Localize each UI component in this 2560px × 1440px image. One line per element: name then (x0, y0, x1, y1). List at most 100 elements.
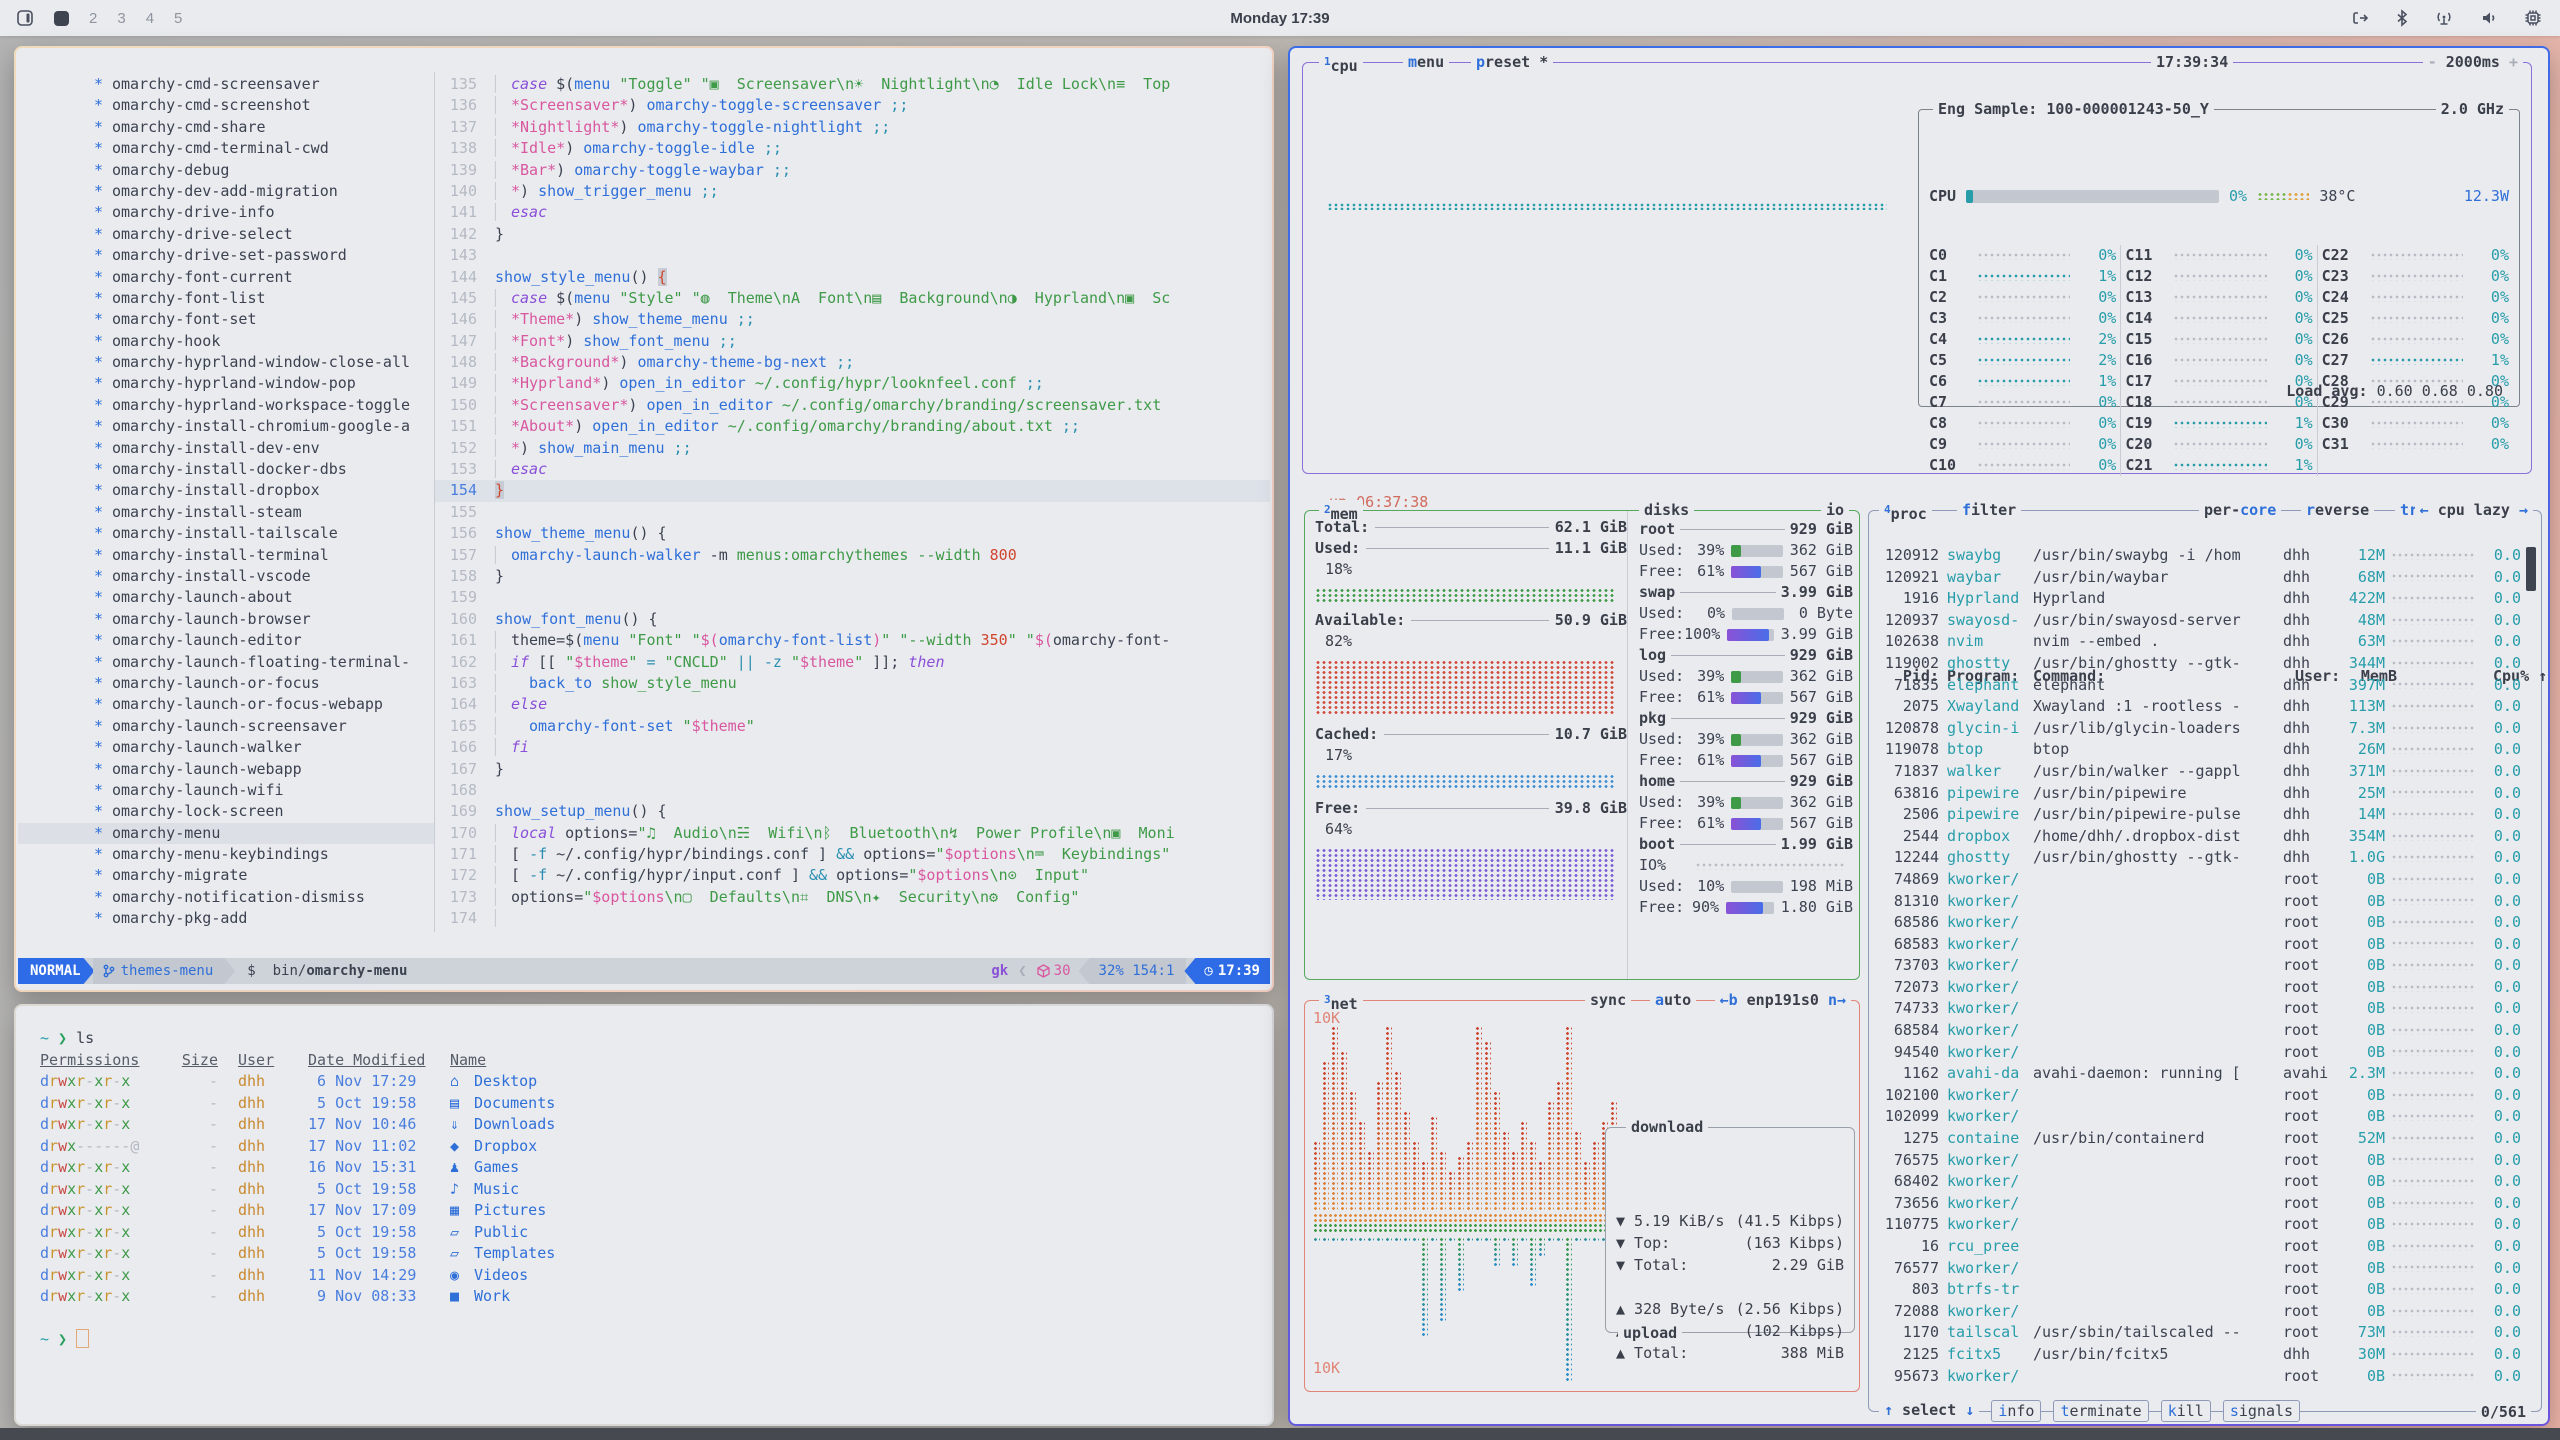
process-row[interactable]: 119078btopbtopdhh26M0.0 (1877, 739, 2521, 761)
code-line[interactable]: 157▏omarchy-launch-walker -m menus:omarc… (435, 545, 1270, 566)
file-list-item[interactable]: *omarchy-launch-browser (18, 609, 434, 630)
process-row[interactable]: 120921waybar/usr/bin/waybardhh68M0.0 (1877, 567, 2521, 589)
reverse-button[interactable]: reverse (2301, 500, 2374, 520)
file-list-item[interactable]: *omarchy-font-set (18, 309, 434, 330)
update-interval[interactable]: - 2000ms + (2423, 52, 2523, 72)
code-line[interactable]: 141▏esac (435, 202, 1270, 223)
process-row[interactable]: 1275containe/usr/bin/containerdroot52M0.… (1877, 1128, 2521, 1150)
file-list-item[interactable]: *omarchy-launch-or-focus-webapp (18, 694, 434, 715)
code-line[interactable]: 166▏fi (435, 737, 1270, 758)
code-line[interactable]: 152▏*) show_main_menu ;; (435, 438, 1270, 459)
process-row[interactable]: 2544dropbox/home/dhh/.dropbox-distdhh354… (1877, 826, 2521, 848)
file-list-item[interactable]: *omarchy-cmd-screenshot (18, 95, 434, 116)
network-icon[interactable] (2434, 9, 2454, 27)
process-row[interactable]: 102099kworker/root0B0.0 (1877, 1106, 2521, 1128)
process-row[interactable]: 119002ghostty/usr/bin/ghostty --gtk-dhh3… (1877, 653, 2521, 675)
process-row[interactable]: 73703kworker/root0B0.0 (1877, 955, 2521, 977)
disks-title[interactable]: disks (1639, 500, 1694, 520)
code-line[interactable]: 136▏*Screensaver*) omarchy-toggle-screen… (435, 95, 1270, 116)
file-list-item[interactable]: *omarchy-launch-webapp (18, 759, 434, 780)
process-list[interactable]: 120912swaybg/usr/bin/swaybg -i /homdhh12… (1877, 545, 2521, 1403)
git-branch[interactable]: themes-menu (93, 958, 236, 984)
code-line[interactable]: 150▏*Screensaver*) open_in_editor ~/.con… (435, 395, 1270, 416)
file-list-item[interactable]: *omarchy-cmd-share (18, 117, 434, 138)
proc-scrollbar[interactable] (2526, 547, 2536, 591)
file-list-item[interactable]: *omarchy-install-tailscale (18, 523, 434, 544)
file-list-item[interactable]: *omarchy-hyprland-window-close-all (18, 352, 434, 373)
file-list-item[interactable]: *omarchy-install-docker-dbs (18, 459, 434, 480)
file-list-item[interactable]: *omarchy-debug (18, 160, 434, 181)
proc-info-button[interactable]: info (1991, 1400, 2041, 1422)
volume-icon[interactable] (2480, 9, 2498, 27)
menu-button[interactable]: menu (1403, 52, 1449, 72)
code-line[interactable]: 135▏case $(menu "Toggle" "▣ Screensaver\… (435, 74, 1270, 95)
process-row[interactable]: 73656kworker/root0B0.0 (1877, 1193, 2521, 1215)
code-line[interactable]: 151▏*About*) open_in_editor ~/.config/om… (435, 416, 1270, 437)
file-list-item[interactable]: *omarchy-hyprland-window-pop (18, 373, 434, 394)
code-line[interactable]: 140▏*) show_trigger_menu ;; (435, 181, 1270, 202)
file-list-item[interactable]: *omarchy-launch-screensaver (18, 716, 434, 737)
screencast-icon[interactable] (2351, 9, 2370, 27)
file-list-item[interactable]: *omarchy-launch-wifi (18, 780, 434, 801)
file-list-item[interactable]: *omarchy-cmd-screensaver (18, 74, 434, 95)
code-line[interactable]: 144show_style_menu() { (435, 267, 1270, 288)
code-line[interactable]: 162▏if [[ "$theme" = "CNCLD" || -z "$the… (435, 652, 1270, 673)
file-list-item[interactable]: *omarchy-menu-keybindings (18, 844, 434, 865)
per-core-button[interactable]: per-core (2199, 500, 2281, 520)
file-list[interactable]: *omarchy-cmd-screensaver*omarchy-cmd-scr… (18, 74, 434, 930)
process-row[interactable]: 63816pipewire/usr/bin/pipewiredhh25M0.0 (1877, 783, 2521, 805)
file-list-item[interactable]: *omarchy-install-terminal (18, 545, 434, 566)
file-list-item[interactable]: *omarchy-notification-dismiss (18, 887, 434, 908)
shell-prompt[interactable]: ~ ❯ (40, 1329, 1262, 1351)
code-line[interactable]: 161▏theme=$(menu "Font" "$(omarchy-font-… (435, 630, 1270, 651)
editor-window[interactable]: *omarchy-cmd-screensaver*omarchy-cmd-scr… (14, 46, 1274, 992)
process-row[interactable]: 2075XwaylandXwayland :1 -rootless -dhh11… (1877, 696, 2521, 718)
pre</span>set-button[interactable]: preset * (1471, 52, 1553, 72)
file-list-item[interactable]: *omarchy-install-chromium-google-a (18, 416, 434, 437)
code-line[interactable]: 164▏else (435, 694, 1270, 715)
process-row[interactable]: 74869kworker/root0B0.0 (1877, 869, 2521, 891)
file-list-item[interactable]: *omarchy-launch-or-focus (18, 673, 434, 694)
process-row[interactable]: 120878glycin-i/usr/lib/glycin-loadersdhh… (1877, 718, 2521, 740)
code-line[interactable]: 156show_theme_menu() { (435, 523, 1270, 544)
process-row[interactable]: 81310kworker/root0B0.0 (1877, 891, 2521, 913)
process-row[interactable]: 1170tailscal/usr/sbin/tailscaled --root7… (1877, 1322, 2521, 1344)
code-line[interactable]: 155 (435, 502, 1270, 523)
process-row[interactable]: 76575kworker/root0B0.0 (1877, 1150, 2521, 1172)
file-list-item[interactable]: *omarchy-pkg-add (18, 908, 434, 929)
code-line[interactable]: 171▏[ -f ~/.config/hypr/bindings.conf ] … (435, 844, 1270, 865)
file-list-item[interactable]: *omarchy-lock-screen (18, 801, 434, 822)
code-line[interactable]: 158} (435, 566, 1270, 587)
proc-signals-button[interactable]: signals (2223, 1400, 2300, 1422)
process-row[interactable]: 76577kworker/root0B0.0 (1877, 1258, 2521, 1280)
code-line[interactable]: 138▏*Idle*) omarchy-toggle-idle ;; (435, 138, 1270, 159)
process-row[interactable]: 120937swayosd-/usr/bin/swayosd-serverdhh… (1877, 610, 2521, 632)
file-list-item[interactable]: *omarchy-install-dropbox (18, 480, 434, 501)
process-row[interactable]: 94540kworker/root0B0.0 (1877, 1042, 2521, 1064)
file-list-item[interactable]: *omarchy-cmd-terminal-cwd (18, 138, 434, 159)
file-list-item[interactable]: *omarchy-install-steam (18, 502, 434, 523)
file-list-item[interactable]: *omarchy-install-dev-env (18, 438, 434, 459)
process-row[interactable]: 68402kworker/root0B0.0 (1877, 1171, 2521, 1193)
code-line[interactable]: 149▏*Hyprland*) open_in_editor ~/.config… (435, 373, 1270, 394)
cpu-icon[interactable] (2524, 9, 2542, 27)
code-pane[interactable]: 135▏case $(menu "Toggle" "▣ Screensaver\… (435, 74, 1270, 930)
code-line[interactable]: 137▏*Nightlight*) omarchy-toggle-nightli… (435, 117, 1270, 138)
code-line[interactable]: 145▏case $(menu "Style" "◍ Theme\nA Font… (435, 288, 1270, 309)
process-row[interactable]: 71837walker/usr/bin/walker --gappldhh371… (1877, 761, 2521, 783)
file-list-item[interactable]: *omarchy-dev-add-migration (18, 181, 434, 202)
net-sync-button[interactable]: sync (1585, 990, 1631, 1010)
process-row[interactable]: 2506pipewire/usr/bin/pipewire-pulsedhh14… (1877, 804, 2521, 826)
code-line[interactable]: 148▏*Background*) omarchy-theme-bg-next … (435, 352, 1270, 373)
sort-selector[interactable]: ← cpu lazy → (2415, 500, 2533, 520)
file-list-item[interactable]: *omarchy-font-list (18, 288, 434, 309)
file-list-item[interactable]: *omarchy-drive-select (18, 224, 434, 245)
code-line[interactable]: 174▏ (435, 908, 1270, 929)
file-list-item[interactable]: *omarchy-launch-walker (18, 737, 434, 758)
proc-terminate-button[interactable]: terminate (2053, 1400, 2148, 1422)
code-line[interactable]: 143 (435, 245, 1270, 266)
file-list-item[interactable]: *omarchy-hook (18, 331, 434, 352)
file-list-item[interactable]: *omarchy-drive-set-password (18, 245, 434, 266)
code-line[interactable]: 147▏*Font*) show_font_menu ;; (435, 331, 1270, 352)
code-line[interactable]: 163▏ back_to show_style_menu (435, 673, 1270, 694)
